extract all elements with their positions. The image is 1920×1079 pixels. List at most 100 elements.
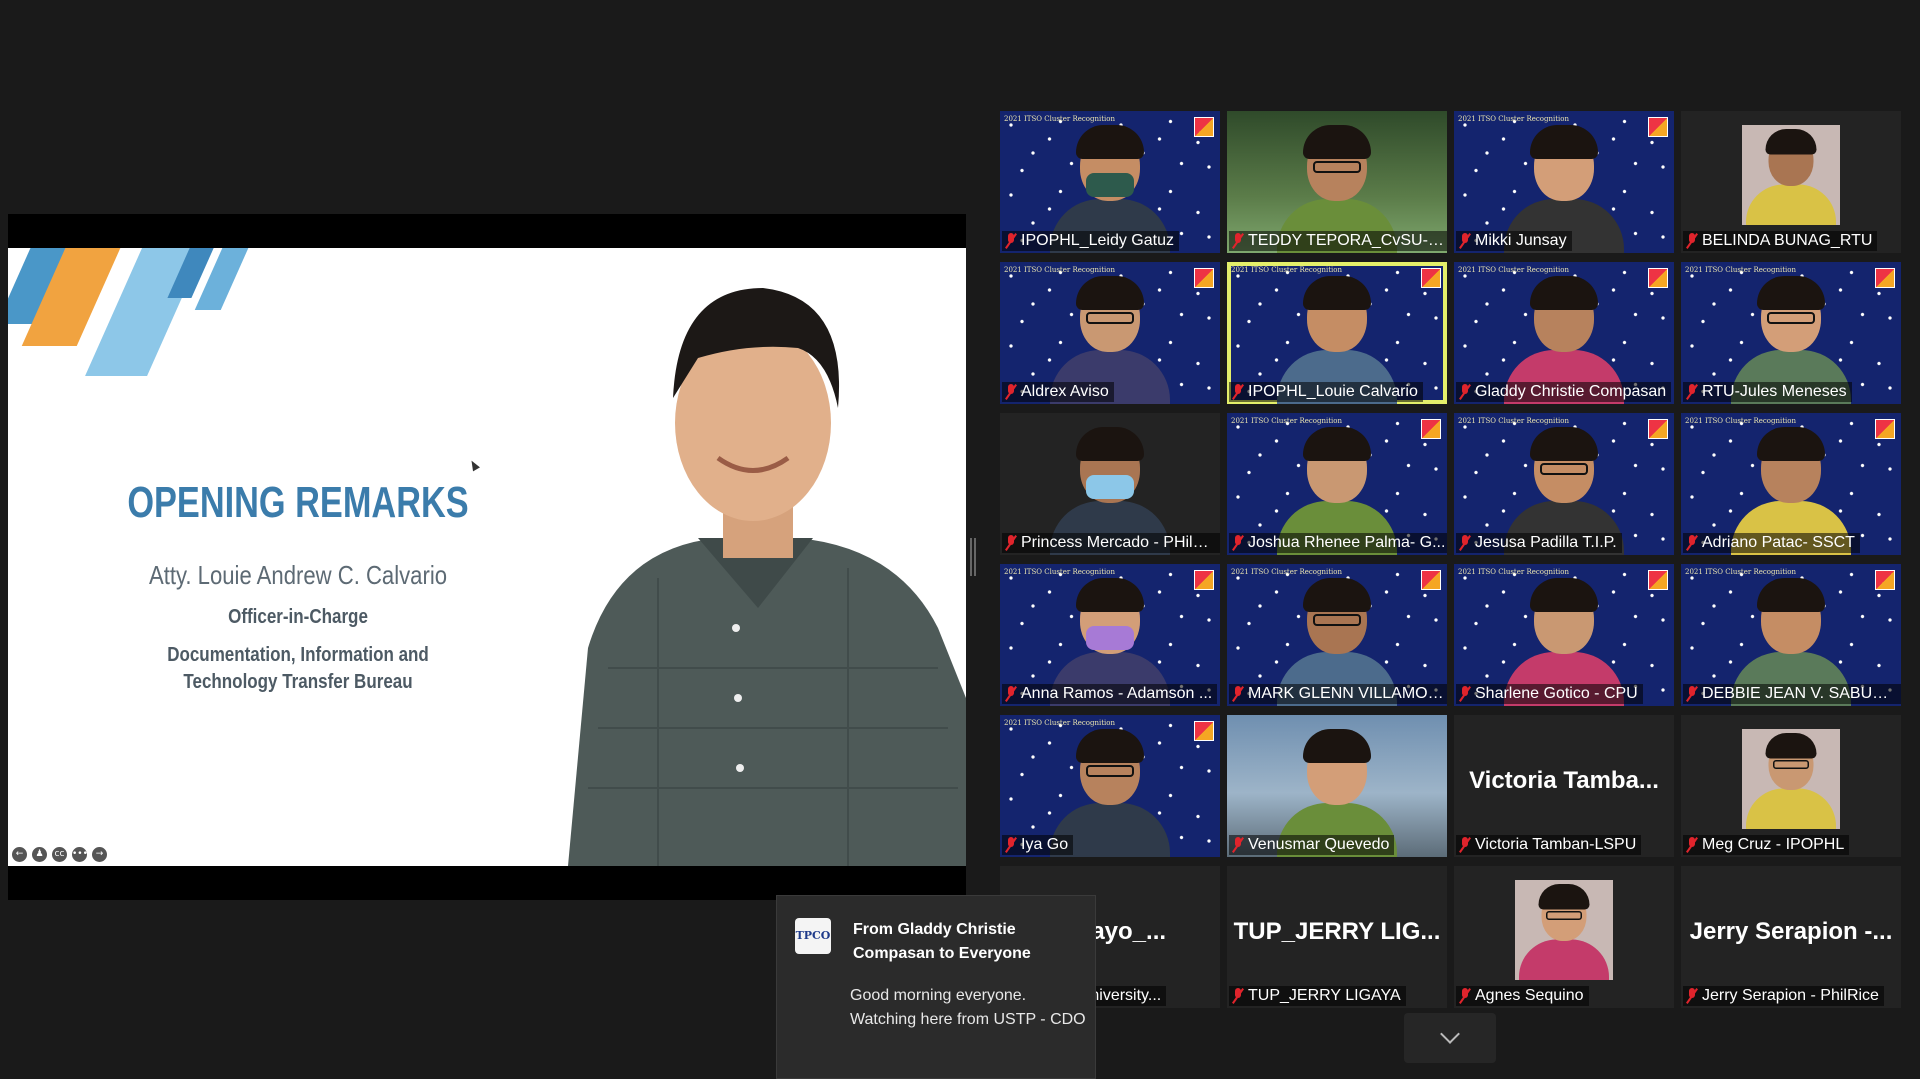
glasses bbox=[1546, 911, 1582, 920]
participant-tile[interactable]: 2021 ITSO Cluster Recognition Sharlene Go… bbox=[1454, 564, 1674, 706]
participant-tile[interactable]: 2021 ITSO Cluster Recognition Adriano Pat… bbox=[1681, 413, 1901, 555]
participant-display-name: Jerry Serapion -... bbox=[1689, 918, 1893, 945]
event-logo-icon bbox=[1421, 570, 1441, 590]
slide-department-line1: Documentation, Information and bbox=[167, 644, 429, 666]
participant-nameplate: Adriano Patac- SSCT bbox=[1683, 533, 1860, 553]
participant-tile[interactable]: Victoria Tamba... Victoria Tamban-LSPU bbox=[1454, 715, 1674, 857]
participant-nameplate: IPOPHL_Louie Calvario bbox=[1229, 382, 1423, 402]
participant-hair bbox=[1076, 578, 1144, 612]
glasses bbox=[1086, 312, 1134, 324]
tile-banner: 2021 ITSO Cluster Recognition bbox=[1458, 115, 1570, 123]
muted-mic-icon bbox=[1232, 837, 1244, 853]
participant-tile[interactable]: 2021 ITSO Cluster Recognition Joshua Rhen… bbox=[1227, 413, 1447, 555]
participant-nameplate: Meg Cruz - IPOPHL bbox=[1683, 835, 1850, 855]
tile-banner: 2021 ITSO Cluster Recognition bbox=[1685, 568, 1797, 576]
tile-banner: 2021 ITSO Cluster Recognition bbox=[1685, 417, 1797, 425]
muted-mic-icon bbox=[1459, 535, 1471, 551]
participant-name: TEDDY TEPORA_CvSU-IT... bbox=[1248, 232, 1446, 249]
participant-name: DEBBIE JEAN V. SABUG- ... bbox=[1702, 685, 1900, 702]
participant-nameplate: Mikki Junsay bbox=[1456, 231, 1572, 251]
participant-tile[interactable]: 2021 ITSO Cluster Recognition MARK GLENN … bbox=[1227, 564, 1447, 706]
participant-name: Anna Ramos - Adamson ... bbox=[1021, 685, 1213, 702]
participant-name: Jesusa Padilla T.I.P. bbox=[1475, 534, 1617, 551]
participant-hair bbox=[1757, 578, 1825, 612]
chat-sender-avatar: TPCO bbox=[795, 918, 831, 954]
participant-name: IPOPHL_Leidy Gatuz bbox=[1021, 232, 1174, 249]
slide-speaker-name: Atty. Louie Andrew C. Calvario bbox=[148, 560, 448, 590]
pointer-icon[interactable]: ♟ bbox=[32, 847, 47, 862]
participant-hair bbox=[1765, 733, 1817, 759]
participant-tile[interactable]: 2021 ITSO Cluster Recognition Anna Ramos … bbox=[1000, 564, 1220, 706]
participant-name: MARK GLENN VILLAMOR... bbox=[1248, 685, 1446, 702]
participant-tile[interactable]: 2021 ITSO Cluster Recognition RTU-Jules M… bbox=[1681, 262, 1901, 404]
participant-tile[interactable]: TEDDY TEPORA_CvSU-IT... bbox=[1227, 111, 1447, 253]
participant-nameplate: MARK GLENN VILLAMOR... bbox=[1229, 684, 1447, 704]
participant-name: Victoria Tamban-LSPU bbox=[1475, 836, 1637, 853]
participant-nameplate: RTU-Jules Meneses bbox=[1683, 382, 1852, 402]
next-slide-icon[interactable]: → bbox=[92, 847, 107, 862]
tile-banner: 2021 ITSO Cluster Recognition bbox=[1004, 719, 1116, 727]
speaker-photo bbox=[548, 248, 966, 866]
tile-banner: 2021 ITSO Cluster Recognition bbox=[1458, 266, 1570, 274]
participant-nameplate: Sharlene Gotico - CPU bbox=[1456, 684, 1643, 704]
tile-banner: 2021 ITSO Cluster Recognition bbox=[1231, 417, 1343, 425]
participant-name: Agnes Sequino bbox=[1475, 987, 1584, 1004]
event-logo-icon bbox=[1875, 419, 1895, 439]
participant-name: Jerry Serapion - PhilRice bbox=[1702, 987, 1879, 1004]
muted-mic-icon bbox=[1459, 837, 1471, 853]
face-mask bbox=[1086, 626, 1134, 650]
participant-tile[interactable]: BELINDA BUNAG_RTU bbox=[1681, 111, 1901, 253]
participant-tile[interactable]: 2021 ITSO Cluster Recognition Iya Go bbox=[1000, 715, 1220, 857]
participant-tile[interactable]: 2021 ITSO Cluster Recognition IPOPHL_Loui… bbox=[1227, 262, 1447, 404]
participant-hair bbox=[1303, 125, 1371, 159]
participant-tile[interactable]: Princess Mercado - PHilM... bbox=[1000, 413, 1220, 555]
muted-mic-icon bbox=[1686, 535, 1698, 551]
captions-icon[interactable]: cc bbox=[52, 847, 67, 862]
slide-title: OPENING REMARKS bbox=[127, 478, 469, 527]
chat-sender: From Gladdy Christie Compasan to Everyon… bbox=[853, 921, 1031, 962]
participant-name: Sharlene Gotico - CPU bbox=[1475, 685, 1638, 702]
muted-mic-icon bbox=[1686, 233, 1698, 249]
participant-tile[interactable]: Meg Cruz - IPOPHL bbox=[1681, 715, 1901, 857]
participant-video bbox=[1746, 128, 1836, 225]
participant-tile[interactable]: 2021 ITSO Cluster Recognition Gladdy Chri… bbox=[1454, 262, 1674, 404]
gallery-scroll-down-icon[interactable] bbox=[1404, 1013, 1496, 1063]
participant-tile[interactable]: Agnes Sequino bbox=[1454, 866, 1674, 1008]
participant-tile[interactable]: 2021 ITSO Cluster Recognition Jesusa Padi… bbox=[1454, 413, 1674, 555]
participant-tile[interactable]: 2021 ITSO Cluster Recognition Aldrex Avis… bbox=[1000, 262, 1220, 404]
muted-mic-icon bbox=[1459, 384, 1471, 400]
muted-mic-icon bbox=[1232, 384, 1244, 400]
tile-banner: 2021 ITSO Cluster Recognition bbox=[1458, 417, 1570, 425]
event-logo-icon bbox=[1194, 268, 1214, 288]
chat-notification[interactable]: TPCO From Gladdy Christie Compasan to Ev… bbox=[776, 895, 1096, 1079]
participant-hair bbox=[1757, 276, 1825, 310]
participant-name: Mikki Junsay bbox=[1475, 232, 1567, 249]
event-logo-icon bbox=[1421, 268, 1441, 288]
split-view-handle[interactable] bbox=[970, 538, 976, 576]
participant-hair bbox=[1076, 729, 1144, 763]
tile-banner: 2021 ITSO Cluster Recognition bbox=[1004, 266, 1116, 274]
participant-name: Gladdy Christie Compasan bbox=[1475, 383, 1667, 400]
participant-body bbox=[1746, 184, 1836, 225]
profile-photo bbox=[1742, 729, 1840, 829]
participant-nameplate: Agnes Sequino bbox=[1456, 986, 1589, 1006]
muted-mic-icon bbox=[1232, 233, 1244, 249]
participant-tile[interactable]: 2021 ITSO Cluster Recognition Mikki Junsa… bbox=[1454, 111, 1674, 253]
participant-tile[interactable]: Jerry Serapion -... Jerry Serapion - Phil… bbox=[1681, 866, 1901, 1008]
participant-tile[interactable]: TUP_JERRY LIG... TUP_JERRY LIGAYA bbox=[1227, 866, 1447, 1008]
participant-tile[interactable]: 2021 ITSO Cluster Recognition IPOPHL_Leid… bbox=[1000, 111, 1220, 253]
participant-hair bbox=[1303, 276, 1371, 310]
prev-slide-icon[interactable]: ← bbox=[12, 847, 27, 862]
muted-mic-icon bbox=[1459, 686, 1471, 702]
participant-nameplate: Venusmar Quevedo bbox=[1229, 835, 1395, 855]
participant-tile[interactable]: 2021 ITSO Cluster Recognition DEBBIE JEAN… bbox=[1681, 564, 1901, 706]
more-icon[interactable]: ••• bbox=[72, 847, 88, 862]
presentation-slide: OPENING REMARKS Atty. Louie Andrew C. Ca… bbox=[8, 248, 966, 866]
glasses bbox=[1773, 760, 1809, 769]
participant-hair bbox=[1076, 276, 1144, 310]
participant-tile[interactable]: Venusmar Quevedo bbox=[1227, 715, 1447, 857]
tile-banner: 2021 ITSO Cluster Recognition bbox=[1004, 115, 1116, 123]
participant-video bbox=[1519, 883, 1609, 980]
participant-body bbox=[1746, 788, 1836, 829]
event-logo-icon bbox=[1648, 268, 1668, 288]
